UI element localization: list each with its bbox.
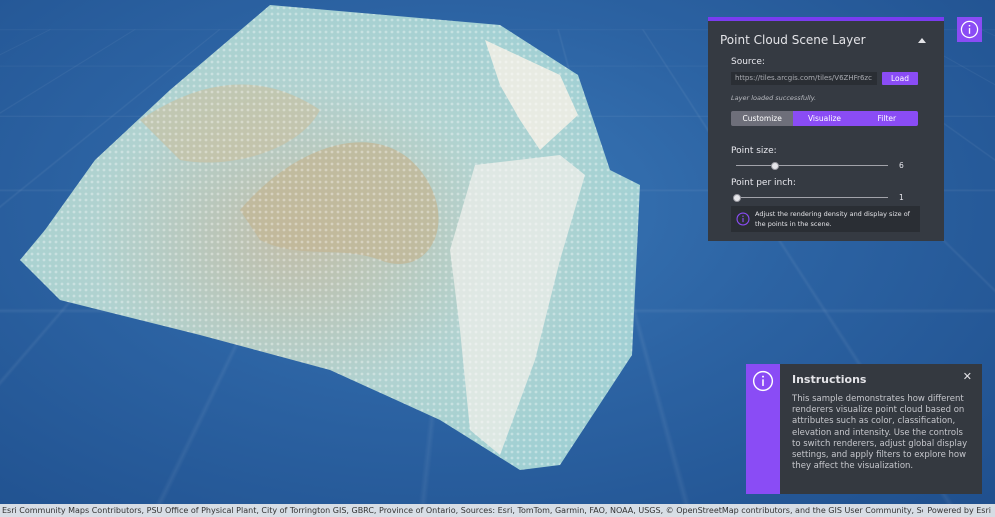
instructions-text: This sample demonstrates how different r… — [792, 394, 968, 472]
source-url-input[interactable]: https://tiles.arcgis.com/tiles/V6ZHFr6zc — [731, 72, 877, 85]
instructions-title: Instructions — [792, 373, 867, 386]
status-text: Layer loaded successfully. — [731, 94, 817, 102]
point-per-inch-label: Point per inch: — [731, 178, 796, 188]
point-cloud-points — [20, 5, 640, 470]
load-button[interactable]: Load — [882, 72, 918, 85]
point-size-value: 6 — [899, 161, 904, 170]
powered-by-esri[interactable]: Powered by Esri — [923, 504, 995, 517]
widget-header[interactable]: Point Cloud Scene Layer — [708, 21, 944, 59]
info-toggle-button[interactable] — [957, 17, 982, 42]
attribution-bar[interactable]: Esri Community Maps Contributors, PSU Of… — [0, 504, 995, 517]
point-per-inch-handle[interactable] — [733, 194, 741, 202]
point-size-label: Point size: — [731, 146, 777, 156]
point-per-inch-value: 1 — [899, 193, 904, 202]
close-icon[interactable]: ✕ — [963, 370, 972, 383]
info-icon — [960, 20, 979, 39]
tab-customize[interactable]: Customize — [731, 111, 794, 126]
point-cloud-widget: Point Cloud Scene Layer Source: https://… — [708, 17, 944, 241]
point-size-slider[interactable] — [736, 162, 888, 170]
chevron-up-icon[interactable] — [918, 37, 926, 43]
help-note-text: Adjust the rendering density and display… — [755, 210, 910, 228]
tab-visualize[interactable]: Visualize — [793, 111, 856, 126]
point-per-inch-slider[interactable] — [733, 194, 888, 202]
info-icon — [736, 212, 750, 226]
mode-tabs: Customize Visualize Filter — [731, 111, 918, 126]
instructions-strip — [746, 364, 780, 494]
attribution-text: Esri Community Maps Contributors, PSU Of… — [2, 506, 923, 515]
info-icon — [752, 370, 774, 392]
widget-title: Point Cloud Scene Layer — [720, 33, 866, 47]
instructions-panel: Instructions ✕ This sample demonstrates … — [746, 364, 982, 494]
help-note: Adjust the rendering density and display… — [731, 206, 920, 232]
point-size-handle[interactable] — [771, 162, 779, 170]
source-label: Source: — [731, 57, 765, 67]
tab-filter[interactable]: Filter — [855, 111, 918, 126]
